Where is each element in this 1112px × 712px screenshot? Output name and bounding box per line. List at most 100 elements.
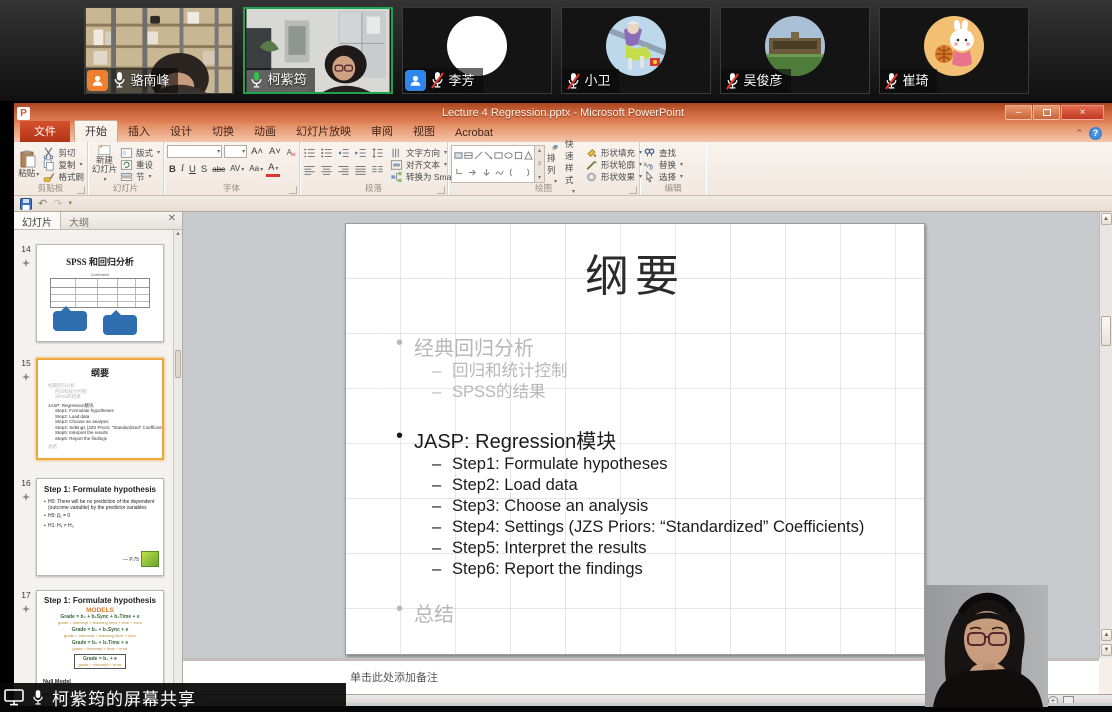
find-button[interactable]: 查找 xyxy=(643,147,703,159)
numbering-icon[interactable] xyxy=(320,147,333,159)
tab-slideshow[interactable]: 幻灯片放映 xyxy=(286,121,361,142)
participant-name: 吴俊彦 xyxy=(744,71,783,91)
slide-scrollbar[interactable]: ▲ ▲ ▼ xyxy=(1099,212,1112,658)
italic-button[interactable]: I xyxy=(179,163,186,176)
undo-icon[interactable]: ↶ xyxy=(38,198,47,210)
paragraph-dialog-launcher[interactable] xyxy=(437,186,445,194)
restore-button[interactable] xyxy=(1033,105,1060,120)
next-slide-button[interactable]: ▼ xyxy=(1101,644,1112,656)
title-bar[interactable]: P Lecture 4 Regression.pptx - Microsoft … xyxy=(14,103,1112,123)
bold-button[interactable]: B xyxy=(167,163,178,176)
tab-view[interactable]: 视图 xyxy=(403,121,445,142)
participant-tile-luonanfeng[interactable]: 骆南峰 xyxy=(84,7,234,94)
character-spacing-button[interactable]: AV xyxy=(228,162,246,177)
replace-button[interactable]: ab 替换 xyxy=(643,159,703,171)
slide-thumbnail-14[interactable]: SPSS 和回归分析 Coefficients xyxy=(36,244,164,342)
bullets-icon[interactable] xyxy=(303,147,316,159)
drawing-dialog-launcher[interactable] xyxy=(629,186,637,194)
layout-button[interactable]: 版式 xyxy=(120,147,160,159)
copy-button[interactable]: 复制 xyxy=(42,159,84,171)
ribbon-group-editing: 查找 ab 替换 选择 编辑 xyxy=(640,142,706,195)
paste-button[interactable]: 粘贴 xyxy=(17,145,40,185)
replace-icon: ab xyxy=(643,159,656,171)
participant-tile-xiaowei[interactable]: 小卫 xyxy=(561,7,711,94)
font-dialog-launcher[interactable] xyxy=(289,186,297,194)
notes-placeholder: 单击此处添加备注 xyxy=(350,669,438,685)
tab-file[interactable]: 文件 xyxy=(20,121,70,142)
transition-star-icon xyxy=(22,373,30,381)
columns-icon[interactable] xyxy=(371,164,384,176)
quick-styles-button[interactable]: 快速样式 xyxy=(565,145,581,185)
coefficients-table-graphic xyxy=(50,278,150,308)
tab-outline[interactable]: 大纲 xyxy=(61,212,97,229)
bullet-step3: Step3: Choose an analysis xyxy=(392,496,912,517)
participant-tile-wujunyan[interactable]: 吴俊彦 xyxy=(720,7,870,94)
clear-formatting-icon[interactable]: A xyxy=(285,146,296,158)
justify-icon[interactable] xyxy=(354,164,367,176)
reset-button[interactable]: 重设 xyxy=(120,159,160,171)
profile-badge-icon xyxy=(87,70,108,91)
grow-font-button[interactable]: A˄ xyxy=(249,145,265,158)
scroll-up-icon[interactable]: ▲ xyxy=(1101,213,1112,225)
save-icon[interactable] xyxy=(20,198,32,210)
slide-thumbnail-15-selected[interactable]: 纲要 经典回归分析 回归和统计控制 SPSS的结果 JASP: Regressi… xyxy=(36,358,164,460)
tab-animations[interactable]: 动画 xyxy=(244,121,286,142)
panel-close-icon[interactable]: ✕ xyxy=(162,212,182,229)
shape-fill-button[interactable]: 形状填充 xyxy=(585,147,642,159)
previous-slide-button[interactable]: ▲ xyxy=(1101,629,1112,641)
font-size-select[interactable] xyxy=(224,145,247,158)
decrease-indent-icon[interactable] xyxy=(337,147,350,159)
shadow-button[interactable]: S xyxy=(199,163,209,176)
new-slide-button[interactable]: 新建 幻灯片 xyxy=(91,145,118,185)
tab-acrobat[interactable]: Acrobat xyxy=(445,125,503,142)
tab-home[interactable]: 开始 xyxy=(74,120,118,142)
change-case-button[interactable]: Aa xyxy=(247,162,265,177)
align-left-icon[interactable] xyxy=(303,164,316,176)
participant-tile-kezijun[interactable]: 柯紫筠 xyxy=(243,7,393,94)
slide-scrollbar-thumb[interactable] xyxy=(1101,316,1111,346)
tab-transitions[interactable]: 切换 xyxy=(202,121,244,142)
line-spacing-icon[interactable] xyxy=(371,147,384,159)
panel-scrollbar[interactable]: ▲ xyxy=(173,230,182,694)
thumbnail-row-17: 17 Step 1: Formulate hypothesis MODELS G… xyxy=(16,590,168,694)
slide-number: 16 xyxy=(16,478,36,488)
slide-thumbnail-16[interactable]: Step 1: Formulate hypothesis H0: There w… xyxy=(36,478,164,576)
tab-insert[interactable]: 插入 xyxy=(118,121,160,142)
minimize-button[interactable]: – xyxy=(1005,105,1032,120)
tab-design[interactable]: 设计 xyxy=(160,121,202,142)
reset-icon xyxy=(120,159,133,171)
panel-scrollbar-thumb[interactable] xyxy=(175,350,181,378)
slide-thumbnail-17[interactable]: Step 1: Formulate hypothesis MODELS Grad… xyxy=(36,590,164,694)
shapes-scrollbar[interactable]: ▴≡▾ xyxy=(535,145,545,183)
slide-canvas[interactable]: 纲要 经典回归分析 回归和统计控制 SPSS的结果 JASP: Regressi… xyxy=(345,223,925,655)
arrange-button[interactable]: 排列 xyxy=(547,145,563,185)
tab-review[interactable]: 审阅 xyxy=(361,121,403,142)
slides-panel: 幻灯片 大纲 ✕ 14 SPSS 和回归分析 Coefficients xyxy=(14,212,183,694)
shape-outline-button[interactable]: 形状轮廓 xyxy=(585,159,642,171)
collapse-ribbon-icon[interactable]: ⌃ xyxy=(1075,128,1083,139)
help-icon[interactable]: ? xyxy=(1089,127,1102,140)
qat-dropdown-icon[interactable]: ▾ xyxy=(68,198,72,210)
panel-tabs: 幻灯片 大纲 ✕ xyxy=(14,212,182,230)
tab-slides-thumbnails[interactable]: 幻灯片 xyxy=(14,212,61,229)
clipboard-dialog-launcher[interactable] xyxy=(77,186,85,194)
redo-icon[interactable]: ↷ xyxy=(53,198,62,210)
participant-tile-cuiqi[interactable]: 崔琦 xyxy=(879,7,1029,94)
align-center-icon[interactable] xyxy=(320,164,333,176)
shrink-font-button[interactable]: A˅ xyxy=(267,145,283,158)
callout-bubble xyxy=(103,315,137,335)
presenter-webcam-overlay[interactable] xyxy=(925,585,1048,707)
close-button[interactable]: × xyxy=(1061,105,1104,120)
align-right-icon[interactable] xyxy=(337,164,350,176)
participant-tile-lifang[interactable]: 李芳 xyxy=(402,7,552,94)
font-color-button[interactable]: A xyxy=(266,163,280,177)
window-title: Lecture 4 Regression.pptx - Microsoft Po… xyxy=(14,107,1112,119)
mic-muted-icon xyxy=(725,72,740,91)
increase-indent-icon[interactable] xyxy=(354,147,367,159)
cut-button[interactable]: 剪切 xyxy=(42,147,84,159)
underline-button[interactable]: U xyxy=(187,163,198,176)
shapes-gallery[interactable] xyxy=(451,145,535,183)
strikethrough-button[interactable]: abc xyxy=(210,163,227,176)
font-name-select[interactable] xyxy=(167,145,222,158)
bullet-step5: Step5: Interpret the results xyxy=(392,538,912,559)
